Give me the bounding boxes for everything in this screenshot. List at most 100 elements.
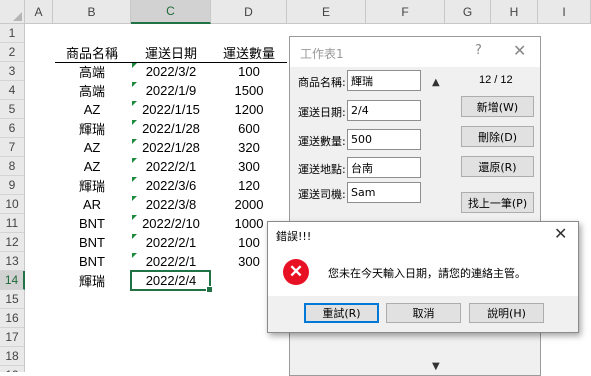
field-label-driver: 運送司機: (298, 188, 346, 201)
row-header-5[interactable]: 5 (0, 100, 25, 119)
cell-qty[interactable]: 1200 (211, 100, 287, 119)
error-indicator-icon (132, 139, 137, 144)
row-header-7[interactable]: 7 (0, 138, 25, 157)
row-header-19[interactable]: 19 (0, 366, 25, 372)
field-label-product: 商品名稱: (298, 76, 346, 89)
cell-product[interactable]: AZ (53, 138, 131, 157)
row-header-8[interactable]: 8 (0, 157, 25, 176)
scroll-down-icon[interactable]: ▼ (432, 361, 440, 372)
row-header-4[interactable]: 4 (0, 81, 25, 100)
cell-date[interactable]: 2022/1/9 (131, 81, 211, 100)
header-product[interactable]: 商品名稱 (53, 43, 131, 62)
column-header-g[interactable]: G (445, 0, 491, 24)
restore-button[interactable]: 還原(R) (461, 156, 534, 177)
row-header-9[interactable]: 9 (0, 176, 25, 195)
location-input[interactable]: 台南 (347, 157, 421, 178)
form-title-bar[interactable]: 工作表1 ? ✕ (290, 37, 540, 67)
header-date[interactable]: 運送日期 (131, 43, 211, 62)
cell-date[interactable]: 2022/1/28 (131, 119, 211, 138)
error-indicator-icon (132, 63, 137, 68)
column-header-d[interactable]: D (211, 0, 287, 24)
cell-qty[interactable]: 2000 (211, 195, 287, 214)
cell-product[interactable]: BNT (53, 233, 131, 252)
cell-date[interactable]: 2022/2/1 (131, 157, 211, 176)
cell-date[interactable]: 2022/2/1 (131, 252, 211, 271)
cell-product[interactable]: 輝瑞 (53, 176, 131, 195)
error-title-bar[interactable]: 錯誤!!! ✕ (268, 222, 578, 248)
cell-date[interactable]: 2022/3/2 (131, 62, 211, 81)
row-header-17[interactable]: 17 (0, 328, 25, 347)
cell-qty[interactable]: 120 (211, 176, 287, 195)
column-header-f[interactable]: F (366, 0, 445, 24)
row-header-16[interactable]: 16 (0, 309, 25, 328)
row-header-15[interactable]: 15 (0, 290, 25, 309)
error-indicator-icon (132, 177, 137, 182)
error-indicator-icon (132, 158, 137, 163)
row-header-13[interactable]: 13 (0, 252, 25, 271)
date-input[interactable]: 2/4 (347, 100, 421, 121)
cell-product[interactable]: 高端 (53, 81, 131, 100)
cell-qty[interactable]: 600 (211, 119, 287, 138)
delete-button[interactable]: 刪除(D) (461, 126, 534, 147)
cell-date[interactable]: 2022/2/10 (131, 214, 211, 233)
cell-date[interactable]: 2022/1/15 (131, 100, 211, 119)
row-header-10[interactable]: 10 (0, 195, 25, 214)
row-header-18[interactable]: 18 (0, 347, 25, 366)
help-button[interactable]: 說明(H) (469, 303, 544, 323)
column-header-e[interactable]: E (287, 0, 366, 24)
field-label-qty: 運送數量: (298, 135, 346, 148)
cell-date[interactable]: 2022/3/6 (131, 176, 211, 195)
error-indicator-icon (132, 120, 137, 125)
record-counter: 12 / 12 (479, 74, 513, 86)
column-header-h[interactable]: H (491, 0, 538, 24)
error-message: 您未在今天輸入日期，請您的連絡主管。 (328, 267, 526, 280)
close-icon[interactable]: ✕ (513, 41, 526, 60)
cell-product[interactable]: AZ (53, 100, 131, 119)
form-title: 工作表1 (300, 47, 344, 61)
row-header-12[interactable]: 12 (0, 233, 25, 252)
cell-product[interactable]: 輝瑞 (53, 271, 131, 290)
cancel-button[interactable]: 取消 (386, 303, 461, 323)
column-header-b[interactable]: B (53, 0, 131, 24)
cell-date[interactable]: 2022/2/1 (131, 233, 211, 252)
error-indicator-icon (132, 196, 137, 201)
qty-input[interactable]: 500 (347, 129, 421, 150)
cell-product[interactable]: 輝瑞 (53, 119, 131, 138)
cell-product[interactable]: BNT (53, 214, 131, 233)
product-input[interactable]: 輝瑞 (347, 70, 421, 91)
driver-input[interactable]: Sam (347, 182, 421, 203)
row-header-14[interactable]: 14 (0, 271, 25, 290)
column-header-c[interactable]: C (131, 0, 211, 24)
row-header-6[interactable]: 6 (0, 119, 25, 138)
error-indicator-icon (132, 215, 137, 220)
error-dialog: 錯誤!!! ✕ ✕ 您未在今天輸入日期，請您的連絡主管。 重試(R) 取消 說明… (267, 221, 579, 333)
error-title: 錯誤!!! (276, 230, 312, 243)
row-header-11[interactable]: 11 (0, 214, 25, 233)
column-header-i[interactable]: I (538, 0, 591, 24)
retry-button[interactable]: 重試(R) (304, 303, 379, 323)
cell-product[interactable]: AR (53, 195, 131, 214)
cell-date[interactable]: 2022/3/8 (131, 195, 211, 214)
error-indicator-icon (132, 82, 137, 87)
cell-qty[interactable]: 1500 (211, 81, 287, 100)
field-label-location: 運送地點: (298, 163, 346, 176)
active-cell-border (130, 270, 213, 293)
cell-qty[interactable]: 300 (211, 157, 287, 176)
cell-product[interactable]: BNT (53, 252, 131, 271)
header-qty[interactable]: 運送數量 (211, 43, 287, 62)
row-header-2[interactable]: 2 (0, 43, 25, 62)
help-icon[interactable]: ? (475, 43, 482, 58)
cell-product[interactable]: 高端 (53, 62, 131, 81)
scroll-up-icon[interactable]: ▲ (432, 77, 440, 88)
close-icon[interactable]: ✕ (554, 224, 567, 243)
select-all-corner[interactable] (0, 0, 25, 24)
cell-qty[interactable]: 320 (211, 138, 287, 157)
cell-qty[interactable]: 100 (211, 62, 287, 81)
cell-date[interactable]: 2022/1/28 (131, 138, 211, 157)
column-header-a[interactable]: A (25, 0, 53, 24)
row-header-1[interactable]: 1 (0, 24, 25, 43)
row-header-3[interactable]: 3 (0, 62, 25, 81)
cell-product[interactable]: AZ (53, 157, 131, 176)
find-previous-button[interactable]: 找上一筆(P) (461, 192, 534, 213)
new-button[interactable]: 新增(W) (461, 96, 534, 117)
